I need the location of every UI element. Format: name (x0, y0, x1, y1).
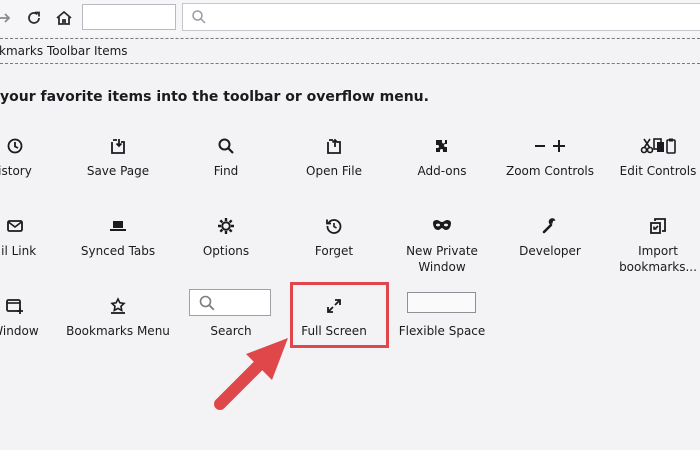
palette-item-label: Add-ons (417, 164, 467, 178)
search-icon (191, 9, 207, 25)
palette-item-label: Developer (519, 244, 581, 258)
flexible-space-preview (407, 292, 476, 313)
synced-tabs-icon (63, 216, 173, 236)
palette-item-label: New Private Window (406, 244, 478, 274)
bookmarks-toolbar-label: kmarks Toolbar Items (0, 44, 128, 58)
search-icon (171, 136, 281, 156)
highlight-box (290, 282, 389, 348)
open-file-icon (279, 136, 389, 156)
navigation-toolbar (0, 0, 700, 36)
palette-item-label: Zoom Controls (505, 164, 595, 178)
wrench-icon (495, 216, 605, 236)
forward-icon[interactable] (0, 8, 14, 28)
palette-item-label: Window (0, 324, 39, 338)
palette-item-label: Flexible Space (398, 324, 486, 338)
search-input[interactable] (189, 289, 271, 316)
palette-item-label: Import bookmarks... (619, 244, 697, 274)
palette-item-label: Open File (306, 164, 362, 178)
reload-icon[interactable] (24, 8, 44, 28)
zoom-controls-icon (495, 136, 605, 156)
puzzle-icon (387, 136, 497, 156)
search-input[interactable] (182, 3, 700, 31)
arrow-annotation (212, 330, 292, 412)
palette-item-label: Save Page (86, 164, 150, 178)
new-window-icon (0, 296, 70, 316)
home-icon[interactable] (54, 8, 74, 28)
palette-item-label: Bookmarks Menu (66, 324, 170, 338)
palette-item-label: Edit Controls (619, 164, 697, 178)
search-icon (198, 294, 216, 312)
palette-item-label: Forget (314, 244, 354, 258)
bookmarks-toolbar[interactable]: kmarks Toolbar Items (0, 38, 700, 64)
palette-item-label: Synced Tabs (80, 244, 156, 258)
palette-item-label: Options (202, 244, 250, 258)
customize-instruction: your favorite items into the toolbar or … (0, 89, 429, 105)
gear-icon (171, 216, 281, 236)
private-mask-icon (387, 216, 497, 236)
mail-icon (0, 216, 70, 236)
palette-item-label: ail Link (0, 244, 37, 258)
flexible-space-placeholder (82, 4, 176, 30)
forget-icon (279, 216, 389, 236)
import-icon (603, 216, 700, 236)
history-icon (0, 136, 70, 156)
palette-item-label: Find (213, 164, 239, 178)
palette-item-label: istory (0, 164, 32, 178)
save-page-icon (63, 136, 173, 156)
edit-controls-icon (603, 136, 700, 156)
bookmarks-menu-icon (63, 296, 173, 316)
